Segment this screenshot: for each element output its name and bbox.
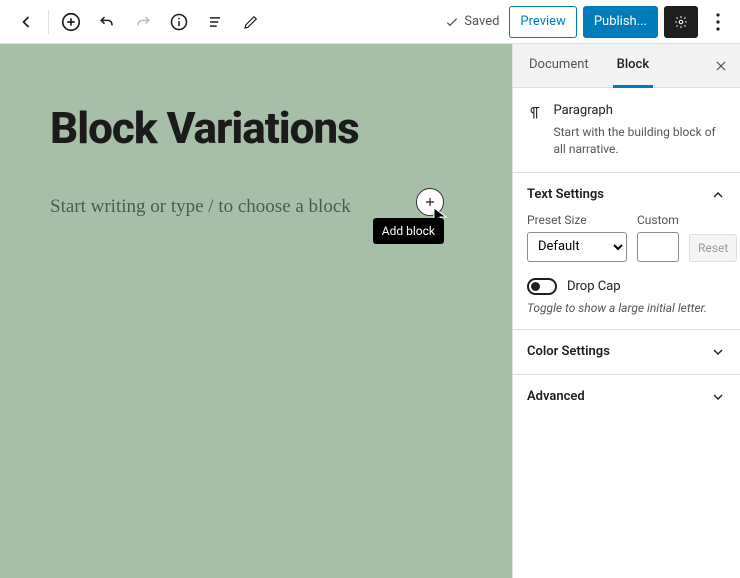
save-status: Saved	[444, 14, 499, 30]
top-toolbar: Saved Preview Publish...	[0, 0, 740, 44]
settings-sidebar: Document Block Paragraph Start with the …	[512, 44, 740, 578]
redo-icon	[133, 12, 153, 32]
redo-button[interactable]	[125, 4, 161, 40]
post-title[interactable]: Block Variations	[50, 104, 462, 152]
add-block-tooltip: Add block	[373, 218, 444, 244]
color-settings-toggle[interactable]: Color Settings	[513, 330, 740, 375]
undo-icon	[97, 12, 117, 32]
block-description: Start with the building block of all nar…	[553, 125, 715, 156]
back-button[interactable]	[8, 4, 44, 40]
check-icon	[444, 14, 460, 30]
advanced-heading: Advanced	[527, 389, 585, 404]
pencil-icon	[242, 13, 260, 31]
color-settings-heading: Color Settings	[527, 344, 610, 359]
block-card: Paragraph Start with the building block …	[513, 88, 740, 173]
tab-block[interactable]: Block	[613, 44, 653, 88]
text-settings-panel: Text Settings Preset Size Default Custom…	[513, 173, 740, 330]
custom-size-input[interactable]	[637, 232, 679, 262]
outline-button[interactable]	[197, 4, 233, 40]
preview-button[interactable]: Preview	[509, 6, 576, 38]
divider	[48, 10, 49, 34]
reset-button[interactable]: Reset	[689, 234, 737, 262]
chevron-up-icon	[710, 187, 726, 203]
more-menu-button[interactable]	[704, 6, 732, 38]
saved-label: Saved	[464, 14, 499, 29]
info-button[interactable]	[161, 4, 197, 40]
preset-size-label: Preset Size	[527, 213, 627, 227]
custom-size-label: Custom	[637, 213, 679, 227]
advanced-toggle[interactable]: Advanced	[513, 375, 740, 419]
plus-circle-icon	[60, 11, 82, 33]
plus-circle-icon	[416, 188, 444, 216]
add-block-button[interactable]	[53, 4, 89, 40]
close-panel-button[interactable]	[714, 59, 728, 73]
editor-canvas[interactable]: Block Variations Start writing or type /…	[0, 44, 512, 578]
dropcap-hint: Toggle to show a large initial letter.	[527, 301, 726, 315]
main-area: Block Variations Start writing or type /…	[0, 44, 740, 578]
close-icon	[714, 59, 728, 73]
chevron-down-icon	[710, 344, 726, 360]
list-icon	[205, 12, 225, 32]
tab-document[interactable]: Document	[525, 44, 593, 88]
kebab-icon	[716, 13, 720, 31]
publish-button[interactable]: Publish...	[583, 6, 658, 38]
dropcap-label: Drop Cap	[567, 279, 621, 294]
sidebar-tabs: Document Block	[513, 44, 740, 88]
preset-size-select[interactable]: Default	[527, 232, 627, 262]
info-icon	[169, 12, 189, 32]
gear-icon	[674, 13, 688, 31]
inline-inserter[interactable]: Add block	[416, 188, 444, 216]
dropcap-toggle[interactable]	[527, 278, 557, 295]
edit-button[interactable]	[233, 4, 269, 40]
undo-button[interactable]	[89, 4, 125, 40]
paragraph-icon	[527, 102, 543, 124]
block-name: Paragraph	[553, 102, 726, 120]
paragraph-placeholder[interactable]: Start writing or type / to choose a bloc…	[50, 196, 351, 218]
chevron-left-icon	[16, 12, 36, 32]
text-settings-heading: Text Settings	[527, 187, 604, 202]
chevron-down-icon	[710, 389, 726, 405]
settings-button[interactable]	[664, 6, 698, 38]
text-settings-toggle[interactable]: Text Settings	[527, 187, 726, 203]
